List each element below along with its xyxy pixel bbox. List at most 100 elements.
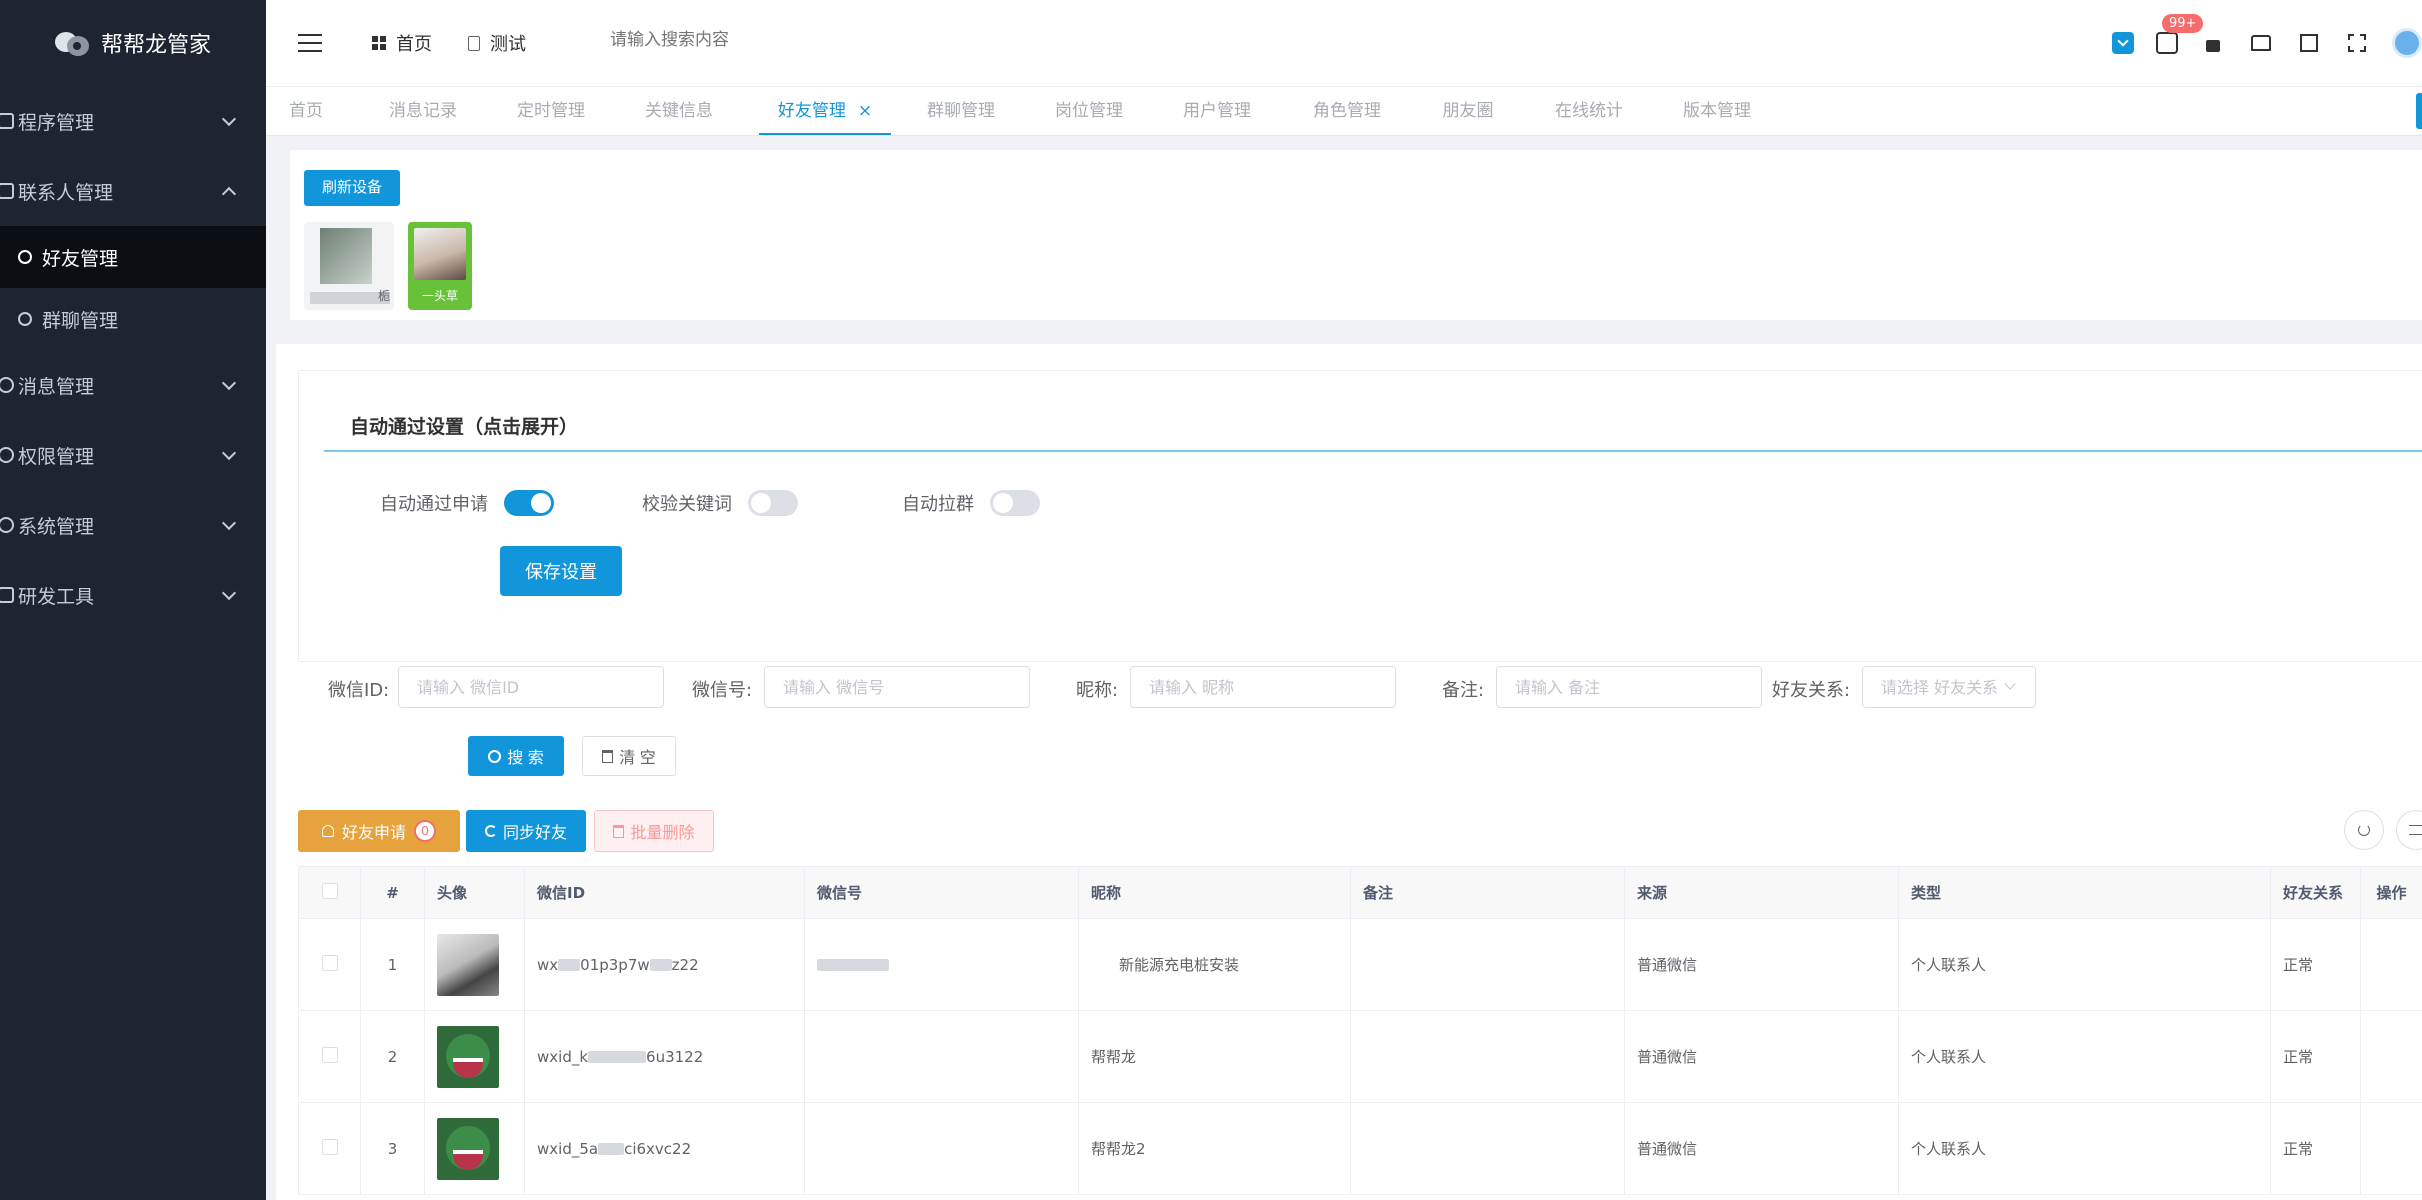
tab-online-stats[interactable]: 在线统计 xyxy=(1544,87,1634,135)
refresh-table-button[interactable] xyxy=(2344,810,2384,850)
header-toolbar: 99+ xyxy=(2112,14,2422,58)
device-card-selected[interactable]: 一头草 xyxy=(408,222,472,310)
sidebar-item-system[interactable]: 系统管理 xyxy=(0,490,266,560)
friend-requests-button[interactable]: 好友申请 0 xyxy=(298,810,460,852)
tab-roles[interactable]: 角色管理 xyxy=(1302,87,1392,135)
tab-message-log[interactable]: 消息记录 xyxy=(378,87,468,135)
view-link[interactable]: 查 看 xyxy=(2373,1128,2422,1170)
sidebar-item-devtools[interactable]: 研发工具 xyxy=(0,560,266,630)
tab-users[interactable]: 用户管理 xyxy=(1172,87,1262,135)
redacted-text xyxy=(598,1143,625,1155)
tab-versions[interactable]: 版本管理 xyxy=(1672,87,1762,135)
message-icon xyxy=(0,377,14,393)
avatar[interactable] xyxy=(437,933,499,996)
table-row[interactable]: 1 wx 01p3p7w z22 新能源充电桩安装 普通微信 个人联系人 正常 查 … xyxy=(298,918,2422,1011)
tab-home[interactable]: 首页 xyxy=(272,87,340,135)
refresh-devices-button[interactable]: 刷新设备 xyxy=(304,170,401,206)
sync-friends-label: 同步好友 xyxy=(502,825,567,842)
chevron-down-icon xyxy=(221,515,237,531)
batch-delete-label: 批量删除 xyxy=(630,825,695,842)
tab-schedule[interactable]: 定时管理 xyxy=(506,87,596,135)
trash-icon xyxy=(602,749,614,763)
sidebar-item-groups[interactable]: 群聊管理 xyxy=(0,288,266,350)
row-checkbox[interactable] xyxy=(321,954,338,971)
save-settings-button[interactable]: 保存设置 xyxy=(500,546,622,596)
tab-scroll-indicator[interactable] xyxy=(2416,93,2422,129)
row-select-cell xyxy=(298,1102,361,1195)
select-all-cell xyxy=(298,866,361,919)
tab-positions[interactable]: 岗位管理 xyxy=(1044,87,1134,135)
row-checkbox[interactable] xyxy=(321,1046,338,1063)
hamburger-icon[interactable] xyxy=(298,34,322,52)
wxid-part: wxid_k xyxy=(537,1047,589,1066)
trash-icon xyxy=(613,824,625,838)
redacted-text xyxy=(588,1051,647,1063)
app-logo[interactable]: 帮帮龙管家 xyxy=(0,0,266,86)
sidebar-item-contacts[interactable]: 联系人管理 xyxy=(0,156,266,226)
column-header: # xyxy=(360,866,425,919)
header-home-link[interactable]: 首页 xyxy=(372,30,432,56)
device-card[interactable]: 栀 xyxy=(304,222,394,310)
sync-icon xyxy=(484,825,497,837)
remark-cell xyxy=(1350,918,1625,1011)
tab-friends[interactable]: 好友管理 × xyxy=(759,87,891,135)
table-header-row: # 头像 微信ID 微信号 昵称 备注 来源 类型 好友关系 操作 xyxy=(298,866,2422,919)
nickname-cell: 帮帮龙2 xyxy=(1078,1102,1351,1195)
tab-moments[interactable]: 朋友圈 xyxy=(1432,87,1504,135)
column-header: 备注 xyxy=(1350,866,1625,919)
remark-cell xyxy=(1350,1102,1625,1195)
row-checkbox[interactable] xyxy=(321,1138,338,1155)
table-row[interactable]: 3 wxid_5a ci6xvc22 帮帮龙2 普通微信 个人联系人 正常 查 看 xyxy=(298,1102,2422,1195)
chevron-up-icon xyxy=(221,186,237,202)
table-row[interactable]: 2 wxid_k 6u3122 帮帮龙 普通微信 个人联系人 正常 查 看 xyxy=(298,1010,2422,1103)
fullscreen-icon[interactable] xyxy=(2344,30,2370,56)
action-cell: 查 看 xyxy=(2360,918,2422,1011)
nickname-input[interactable] xyxy=(1130,666,1396,708)
avatar[interactable] xyxy=(437,1117,499,1180)
wxno-input[interactable] xyxy=(764,666,1030,708)
filter-icon xyxy=(2409,825,2422,835)
settings-collapse-title[interactable]: 自动通过设置（点击展开） xyxy=(350,412,578,439)
column-header: 好友关系 xyxy=(2270,866,2361,919)
sidebar-item-messages[interactable]: 消息管理 xyxy=(0,350,266,420)
dropdown-toggle-icon[interactable] xyxy=(2112,32,2134,54)
source-cell: 普通微信 xyxy=(1624,918,1899,1011)
view-link[interactable]: 查 看 xyxy=(2373,1036,2422,1078)
sidebar-item-program[interactable]: 程序管理 xyxy=(0,86,266,156)
remark-cell xyxy=(1350,1010,1625,1103)
wxid-input[interactable] xyxy=(398,666,664,708)
tools-icon[interactable]: 99+ xyxy=(2156,14,2204,54)
close-icon[interactable]: × xyxy=(858,101,872,121)
device-panel: 刷新设备 栀 一头草 xyxy=(290,150,2422,320)
search-button[interactable]: 搜 索 xyxy=(468,736,564,776)
sidebar-item-friends[interactable]: 好友管理 xyxy=(0,226,266,288)
lock-icon[interactable] xyxy=(2200,30,2226,56)
tab-group-chats[interactable]: 群聊管理 xyxy=(916,87,1006,135)
sidebar-item-label: 权限管理 xyxy=(18,445,95,468)
auto-approve-settings xyxy=(298,370,2422,662)
contacts-icon xyxy=(0,183,14,199)
column-header: 微信ID xyxy=(524,866,805,919)
bell-icon xyxy=(321,825,334,837)
redacted-text xyxy=(649,959,672,971)
sync-friends-button[interactable]: 同步好友 xyxy=(466,810,586,852)
column-header: 头像 xyxy=(424,866,525,919)
translate-icon[interactable] xyxy=(2296,30,2322,56)
sidebar-item-label: 消息管理 xyxy=(18,375,95,398)
remark-input[interactable] xyxy=(1496,666,1762,708)
user-avatar[interactable] xyxy=(2392,28,2422,58)
header-test-link[interactable]: 测试 xyxy=(468,30,526,56)
avatar[interactable] xyxy=(437,1025,499,1088)
select-all-checkbox[interactable] xyxy=(321,882,338,899)
clear-button[interactable]: 清 空 xyxy=(582,736,676,776)
global-search-input[interactable] xyxy=(610,30,870,50)
source-cell: 普通微信 xyxy=(1624,1102,1899,1195)
tab-keywords[interactable]: 关键信息 xyxy=(634,87,724,135)
view-link[interactable]: 查 看 xyxy=(2373,944,2422,986)
nickname-label: 昵称: xyxy=(1076,680,1119,701)
batch-delete-button[interactable]: 批量删除 xyxy=(594,810,714,852)
sidebar-item-permissions[interactable]: 权限管理 xyxy=(0,420,266,490)
theme-shirt-icon[interactable] xyxy=(2248,30,2274,56)
search-icon xyxy=(488,749,502,763)
dragon-logo-icon xyxy=(54,28,91,58)
